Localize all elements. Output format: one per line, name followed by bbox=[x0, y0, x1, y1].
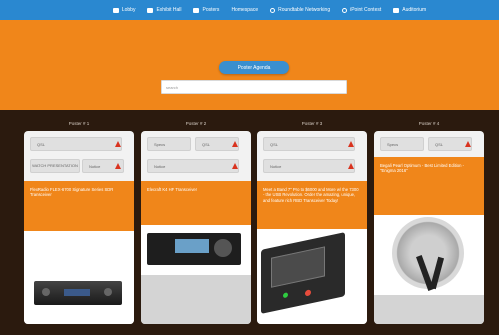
product-image[interactable] bbox=[374, 215, 484, 295]
product-graphic bbox=[147, 233, 241, 265]
tag-area: Specs QSL Notice bbox=[141, 131, 251, 181]
poster-column-label: Poster # 3 bbox=[301, 121, 323, 126]
search-input[interactable]: search bbox=[161, 80, 347, 94]
target-icon bbox=[342, 7, 348, 13]
screen-icon bbox=[393, 7, 400, 13]
poster-icon bbox=[193, 7, 200, 13]
people-icon bbox=[270, 7, 276, 13]
specs-tag[interactable]: Specs bbox=[147, 137, 191, 151]
delete-icon[interactable] bbox=[232, 163, 238, 169]
delete-icon[interactable] bbox=[465, 141, 471, 147]
poster-column-label: Poster # 1 bbox=[68, 121, 90, 126]
nav-item-lobby[interactable]: Lobby bbox=[112, 7, 136, 13]
poster-card[interactable]: Specs QSL Begali Pearl Optimum - Best Li… bbox=[374, 131, 484, 324]
nav-label: Lobby bbox=[121, 7, 136, 13]
poster-title[interactable]: Meet a Band 7" Pro to $6000 and More w/ … bbox=[257, 181, 367, 229]
poster-column-label: Poster # 4 bbox=[418, 121, 440, 126]
delete-icon[interactable] bbox=[232, 141, 238, 147]
tag-area: QSL Notice bbox=[257, 131, 367, 181]
delete-icon[interactable] bbox=[348, 141, 354, 147]
poster-agenda-button[interactable]: Poster Agenda bbox=[219, 61, 289, 74]
nav-item-ipoint-contest[interactable]: iPoint Contest bbox=[342, 7, 381, 13]
product-image[interactable] bbox=[24, 231, 134, 324]
nav-item-auditorium[interactable]: Auditorium bbox=[393, 7, 426, 13]
poster-title[interactable]: Elecraft K4 HF Transceiver bbox=[141, 181, 251, 225]
nav-item-posters[interactable]: Posters bbox=[193, 7, 219, 13]
nav-item-exhibit-hall[interactable]: Exhibit Hall bbox=[147, 7, 181, 13]
poster-card[interactable]: Specs QSL Notice Elecraft K4 HF Transcei… bbox=[141, 131, 251, 324]
product-image[interactable] bbox=[141, 225, 251, 275]
nav-label: Exhibit Hall bbox=[156, 7, 182, 13]
delete-icon[interactable] bbox=[115, 141, 121, 147]
hero-banner: Poster Agenda search bbox=[0, 20, 499, 110]
delete-icon[interactable] bbox=[348, 163, 354, 169]
qsl-tag[interactable]: QSL bbox=[30, 137, 122, 151]
watch-presentation-tag[interactable]: WATCH PRESENTATION bbox=[30, 159, 80, 173]
nav-item-roundtable-networking[interactable]: Roundtable Networking bbox=[270, 7, 330, 13]
poster-card[interactable]: QSL WATCH PRESENTATION Notice FlexRadio … bbox=[24, 131, 134, 324]
product-graphic bbox=[392, 217, 464, 291]
product-graphic bbox=[34, 281, 122, 305]
notice-tag[interactable]: Notice bbox=[263, 159, 355, 173]
nav-item-homespace[interactable]: Homespace bbox=[231, 7, 258, 13]
card-footer bbox=[141, 275, 251, 324]
specs-tag[interactable]: Specs bbox=[380, 137, 424, 151]
qsl-tag[interactable]: QSL bbox=[263, 137, 355, 151]
nav-label: Roundtable Networking bbox=[278, 7, 331, 13]
gallery-icon bbox=[147, 7, 154, 13]
product-image[interactable] bbox=[257, 229, 367, 324]
notice-tag[interactable]: Notice bbox=[147, 159, 239, 173]
card-footer bbox=[374, 295, 484, 324]
nav-label: Posters bbox=[202, 7, 220, 13]
top-navigation: Lobby Exhibit Hall Posters Homespace Rou… bbox=[0, 0, 499, 20]
poster-title[interactable]: FlexRadio FLEX-6700 Signature Series SDR… bbox=[24, 181, 134, 231]
poster-column-label: Poster # 2 bbox=[185, 121, 207, 126]
tag-area: QSL WATCH PRESENTATION Notice bbox=[24, 131, 134, 181]
poster-title[interactable]: Begali Pearl Optimum - Best Limited Edit… bbox=[374, 157, 484, 215]
product-graphic bbox=[261, 232, 345, 314]
delete-icon[interactable] bbox=[115, 163, 121, 169]
poster-card[interactable]: QSL Notice Meet a Band 7" Pro to $6000 a… bbox=[257, 131, 367, 324]
nav-label: Auditorium bbox=[402, 7, 427, 13]
nav-label: iPoint Contest bbox=[350, 7, 382, 13]
nav-label: Homespace bbox=[231, 7, 259, 13]
door-icon bbox=[112, 7, 119, 13]
